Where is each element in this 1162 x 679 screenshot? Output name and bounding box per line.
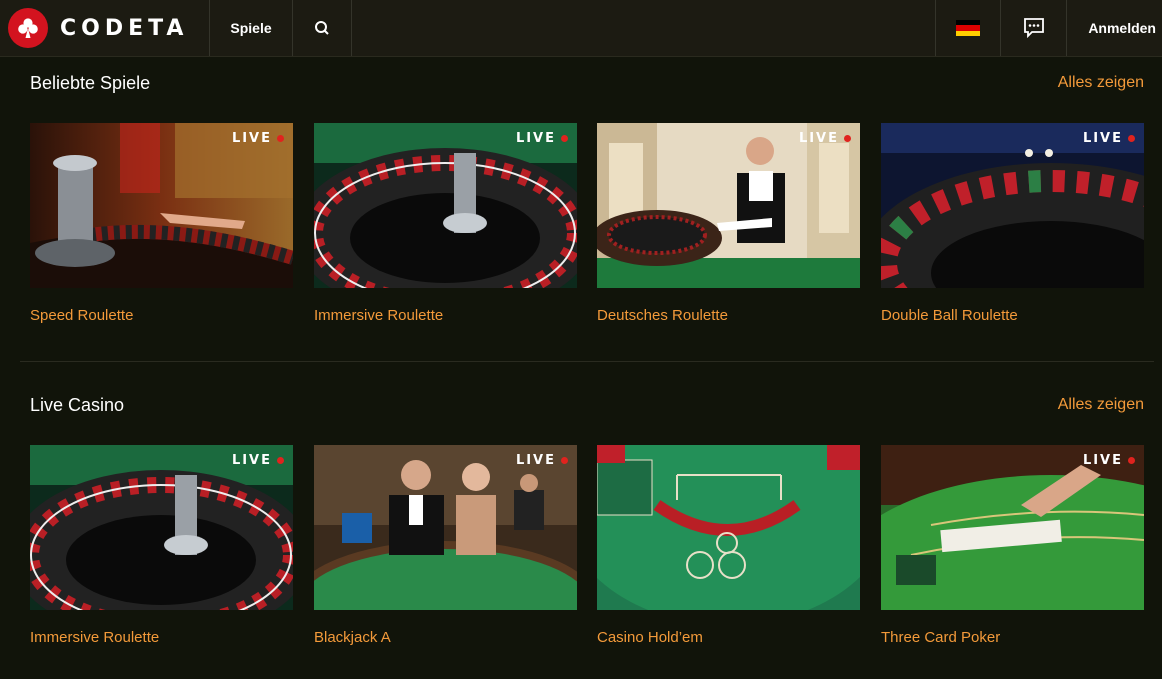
game-card[interactable]: LIVE Immersive Roulette [30, 445, 293, 646]
game-thumbnail: LIVE [30, 445, 293, 610]
game-title: Three Card Poker [881, 629, 1001, 646]
see-all-link[interactable]: Alles zeigen [1058, 396, 1144, 414]
language-selector[interactable] [935, 0, 1001, 56]
live-badge: LIVE [232, 453, 284, 468]
live-casino-section: Live Casino Alles zeigen LIVE Immersive … [30, 379, 1144, 679]
login-button[interactable]: Anmelden [1067, 0, 1162, 56]
see-all-link[interactable]: Alles zeigen [1058, 74, 1144, 92]
game-thumbnail: LIVE [314, 445, 577, 610]
search-icon [315, 21, 329, 35]
live-badge: LIVE [516, 453, 568, 468]
live-indicator-dot [561, 457, 568, 464]
game-card[interactable]: Casino Hold’em [597, 445, 860, 646]
live-badge: LIVE [1083, 453, 1135, 468]
top-navigation-bar: CODETA Spiele Anmelden [0, 0, 1162, 57]
live-badge: LIVE [232, 131, 284, 146]
game-title: Deutsches Roulette [597, 307, 728, 324]
game-card[interactable]: LIVE Three Card Poker [881, 445, 1144, 646]
search-button[interactable] [293, 0, 352, 56]
live-indicator-dot [277, 457, 284, 464]
live-indicator-dot [1128, 457, 1135, 464]
brand-name: CODETA [60, 15, 189, 41]
german-flag-icon [956, 20, 980, 36]
game-thumbnail: LIVE [881, 445, 1144, 610]
game-thumbnail: LIVE [881, 123, 1144, 288]
live-indicator-dot [277, 135, 284, 142]
live-badge: LIVE [799, 131, 851, 146]
game-title: Double Ball Roulette [881, 307, 1018, 324]
live-indicator-dot [844, 135, 851, 142]
live-indicator-dot [561, 135, 568, 142]
game-title: Casino Hold’em [597, 629, 703, 646]
live-badge: LIVE [1083, 131, 1135, 146]
header-spacer [352, 0, 935, 56]
section-title: Live Casino [30, 395, 125, 415]
brand-logo[interactable]: CODETA [0, 0, 210, 56]
club-icon [8, 8, 48, 48]
live-indicator-dot [1128, 135, 1135, 142]
live-badge: LIVE [516, 131, 568, 146]
game-card[interactable]: LIVE Immersive Roulette [314, 123, 577, 324]
section-divider [20, 361, 1154, 362]
game-title: Speed Roulette [30, 307, 134, 324]
game-thumbnail: LIVE [597, 123, 860, 288]
chat-button[interactable] [1001, 0, 1067, 56]
game-card[interactable]: LIVE Speed Roulette [30, 123, 293, 324]
game-card[interactable]: LIVE Blackjack A [314, 445, 577, 646]
game-title: Immersive Roulette [30, 629, 160, 646]
chat-icon [1023, 18, 1044, 39]
game-card[interactable]: LIVE Double Ball Roulette [881, 123, 1144, 324]
game-title: Blackjack A [314, 629, 391, 646]
game-card[interactable]: LIVE Deutsches Roulette [597, 123, 860, 324]
popular-games-section: Beliebte Spiele Alles zeigen LIVE Speed … [30, 57, 1144, 357]
game-thumbnail: LIVE [314, 123, 577, 288]
game-thumbnail [597, 445, 860, 610]
nav-games-link[interactable]: Spiele [210, 0, 293, 56]
game-thumbnail: LIVE [30, 123, 293, 288]
game-title: Immersive Roulette [314, 307, 444, 324]
section-title: Beliebte Spiele [30, 73, 151, 93]
